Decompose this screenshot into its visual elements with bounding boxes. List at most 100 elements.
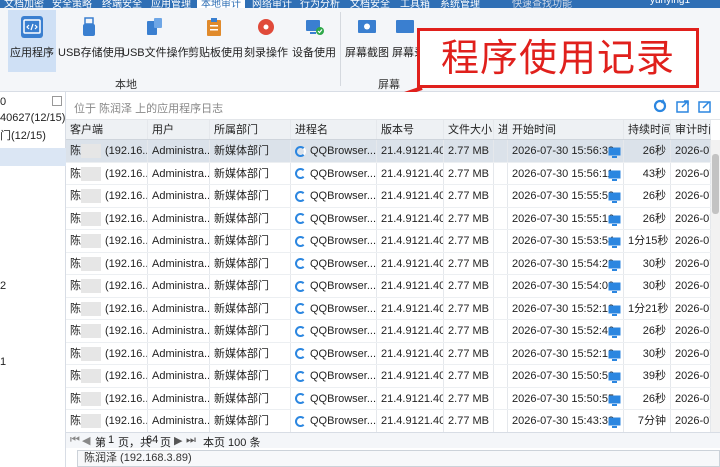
col-duration[interactable]: 持续时间 (624, 120, 671, 139)
table-row[interactable]: 陈 (192.16... Administra... 新媒体部门 QQBrowser..… (66, 162, 711, 185)
device-usage-button[interactable]: 设备使用 (291, 10, 337, 72)
redacted-mask (81, 414, 101, 429)
page-number[interactable]: 1 (108, 434, 114, 446)
col-proc-id[interactable]: 进 (494, 120, 508, 139)
monitor-icon[interactable] (608, 303, 621, 320)
col-audit-time[interactable]: 审计时间 (671, 120, 711, 139)
monitor-icon[interactable] (608, 325, 621, 342)
col-start-time[interactable]: 开始时间 (508, 120, 624, 139)
table-row[interactable]: 陈 (192.16... Administra... 新媒体部门 QQBrowser..… (66, 275, 711, 298)
last-page-icon[interactable]: ⏭ (186, 434, 196, 447)
table-row[interactable]: 陈 (192.16... Administra... 新媒体部门 QQBrowser..… (66, 252, 711, 275)
cell-client: 陈 (192.16... (66, 387, 148, 409)
qqbrowser-icon (295, 348, 306, 360)
app-program-label: 应用程序 (10, 47, 54, 59)
cell-file-size: 2.77 MB (444, 365, 494, 387)
table-row[interactable]: 陈 (192.16... Administra... 新媒体部门 QQBrowser..… (66, 342, 711, 365)
table-row[interactable]: 陈 (192.16... Administra... 新媒体部门 QQBrowser..… (66, 410, 711, 432)
screen-record-button[interactable]: 屏幕录 (392, 10, 418, 72)
clipboard-button[interactable]: 剪贴板使用 (188, 10, 243, 72)
per-page-label: 本页 100 条 (203, 437, 261, 449)
tree-item[interactable]: 1 (0, 356, 6, 368)
search-input[interactable]: 快速查找功能 (512, 0, 572, 8)
user-menu[interactable]: yunying1 (650, 0, 690, 6)
vertical-scrollbar[interactable] (711, 140, 720, 432)
export-icon[interactable] (676, 99, 690, 113)
tab-system-management[interactable]: 系统管理 (440, 0, 480, 8)
tree-item[interactable]: 0 (0, 96, 6, 108)
tab-doc-security[interactable]: 文档安全 (350, 0, 390, 8)
burn-disc-button[interactable]: 刻录操作 (243, 10, 289, 72)
monitor-icon[interactable] (608, 280, 621, 297)
monitor-icon[interactable] (608, 235, 621, 252)
tree-item[interactable]: 门(12/15) (0, 127, 46, 143)
refresh-icon[interactable] (653, 99, 667, 113)
monitor-icon[interactable] (608, 393, 621, 410)
table-row[interactable]: 陈 (192.16... Administra... 新媒体部门 QQBrowser..… (66, 140, 711, 163)
col-file-size[interactable]: 文件大小 (444, 120, 494, 139)
table-row[interactable]: 陈 (192.16... Administra... 新媒体部门 QQBrowser..… (66, 365, 711, 388)
cell-process: QQBrowser.... (291, 275, 377, 297)
cell-process: QQBrowser.... (291, 342, 377, 364)
screenshot-button[interactable]: 屏幕截图 (345, 10, 389, 72)
table-row[interactable]: 陈 (192.16... Administra... 新媒体部门 QQBrowser..… (66, 297, 711, 320)
tab-network-audit[interactable]: 网络审计 (252, 0, 292, 8)
tab-behavior-analysis[interactable]: 行为分析 (300, 0, 340, 8)
table-row[interactable]: 陈 (192.16... Administra... 新媒体部门 QQBrowser..… (66, 230, 711, 253)
monitor-icon[interactable] (608, 348, 621, 365)
col-client[interactable]: 客户端 (66, 120, 148, 139)
tab-app-management[interactable]: 应用管理 (151, 0, 191, 8)
monitor-icon[interactable] (608, 415, 621, 432)
monitor-icon[interactable] (608, 370, 621, 387)
tree-item[interactable]: 2 (0, 280, 6, 292)
start-time: 2026-07-30 15:53:54 (512, 235, 615, 247)
cell-dept: 新媒体部门 (210, 162, 291, 184)
col-process[interactable]: 进程名 (291, 120, 377, 139)
cell-audit-time: 2026-07 (671, 140, 711, 162)
redacted-mask (81, 279, 101, 294)
cell-proc-id (494, 387, 508, 409)
col-dept[interactable]: 所属部门 (210, 120, 291, 139)
table-row[interactable]: 陈 (192.16... Administra... 新媒体部门 QQBrowser..… (66, 185, 711, 208)
tab-security-policy[interactable]: 安全策略 (52, 0, 92, 8)
cell-version: 21.4.9121.400 (377, 275, 444, 297)
tab-endpoint-security[interactable]: 终端安全 (102, 0, 142, 8)
monitor-icon[interactable] (608, 190, 621, 207)
prev-page-icon[interactable]: ◀ (82, 434, 90, 447)
first-page-icon[interactable]: ⏮ (70, 434, 80, 447)
table-row[interactable]: 陈 (192.16... Administra... 新媒体部门 QQBrowser..… (66, 320, 711, 343)
table-row[interactable]: 陈 (192.16... Administra... 新媒体部门 QQBrowser..… (66, 207, 711, 230)
tree-item-selected[interactable] (0, 148, 66, 166)
cell-audit-time: 2026-07 (671, 162, 711, 184)
tree-checkbox[interactable] (52, 96, 62, 106)
clipboard-label: 剪贴板使用 (188, 47, 243, 59)
cell-start-time: 2026-07-30 15:56:33 (508, 140, 624, 162)
monitor-icon[interactable] (608, 213, 621, 230)
table-header: 客户端 用户 所属部门 进程名 版本号 文件大小 进 开始时间 持续时间 审计时… (66, 120, 711, 140)
next-page-icon[interactable]: ▶ (174, 434, 182, 447)
cell-duration: 1分21秒 (624, 297, 671, 319)
monitor-icon[interactable] (608, 258, 621, 275)
col-version[interactable]: 版本号 (377, 120, 444, 139)
tab-local-audit[interactable]: 本地审计 (197, 0, 245, 8)
tree-item[interactable]: 40627(12/15) (0, 112, 65, 124)
screen-record-icon (394, 16, 416, 38)
cell-process: QQBrowser.... (291, 162, 377, 184)
cell-audit-time: 2026-07 (671, 185, 711, 207)
tab-doc-encrypt[interactable]: 文档加密 (4, 0, 44, 8)
monitor-icon[interactable] (608, 145, 621, 162)
table-row[interactable]: 陈 (192.16... Administra... 新媒体部门 QQBrowser..… (66, 387, 711, 410)
usb-storage-button[interactable]: USB存储使用 (58, 10, 125, 72)
scrollbar-thumb[interactable] (712, 154, 719, 214)
tab-toolbox[interactable]: 工具箱 (400, 0, 430, 8)
cell-dept: 新媒体部门 (210, 207, 291, 229)
usb-file-button[interactable]: USB文件操作 (122, 10, 189, 72)
start-time: 2026-07-30 15:56:33 (512, 145, 615, 157)
app-program-button[interactable]: 应用程序 (8, 10, 56, 72)
start-time: 2026-07-30 15:50:55 (512, 392, 615, 405)
monitor-icon[interactable] (608, 168, 621, 185)
redacted-mask (81, 346, 101, 361)
cell-audit-time: 2026-07 (671, 230, 711, 252)
share-icon[interactable] (698, 99, 712, 113)
col-user[interactable]: 用户 (148, 120, 210, 139)
